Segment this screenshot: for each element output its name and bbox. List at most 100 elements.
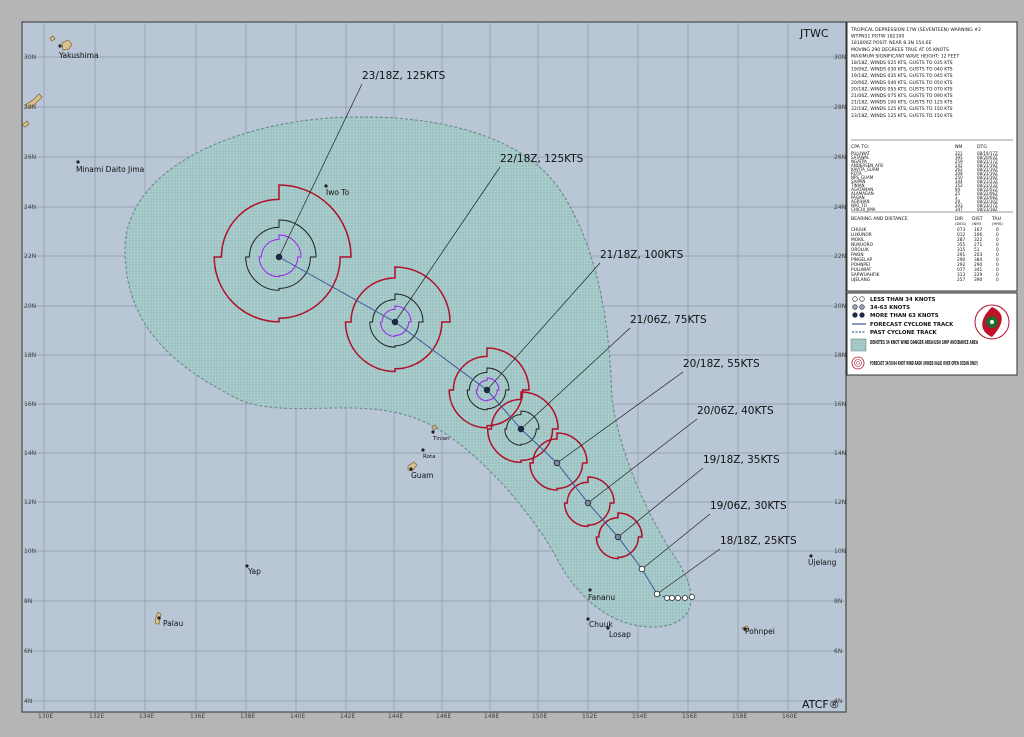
forecast-position: [275, 253, 283, 261]
warning-line: 181800Z POSIT: NEAR 8.3N 154.6E: [851, 40, 932, 46]
place-pohnpei: Pohnpei: [745, 627, 775, 636]
warning-line: 18/18Z, WINDS 025 KTS, GUSTS TO 035 KTS: [851, 60, 953, 66]
place-yakushima: Yakushima: [58, 51, 99, 60]
forecast-label: 19/18Z, 35KTS: [703, 454, 780, 466]
place-losap: Losap: [609, 630, 631, 639]
warning-line: 19/06Z, WINDS 030 KTS, GUSTS TO 040 KTS: [851, 67, 953, 73]
forecast-label: 22/18Z, 125KTS: [500, 153, 584, 165]
warning-line: WTPN31 PGTW 182100: [851, 34, 904, 40]
lon-label: 132E: [89, 713, 104, 720]
lon-label: 144E: [388, 713, 403, 720]
place-minami-daito: Minami Daito Jima: [76, 165, 144, 174]
lat-label-left: 28N: [24, 104, 36, 111]
forecast-position: [584, 499, 592, 507]
warning-line: MAXIMUM SIGNIFICANT WAVE HEIGHT: 12 FEET: [851, 53, 959, 59]
lon-label: 134E: [139, 713, 154, 720]
legend-label: 34-63 KNOTS: [870, 305, 910, 311]
lat-label-left: 22N: [24, 253, 36, 260]
forecast-position: [653, 590, 661, 598]
forecast-position: [614, 533, 622, 541]
place-chuuk: Chuuk: [589, 620, 613, 629]
bearing-subheader: (HRS): [992, 221, 1003, 226]
wind-radii-icon: [851, 356, 865, 370]
lat-label-left: 12N: [24, 499, 36, 506]
warning-line: MOVING 290 DEGREES TRUE AT 05 KNOTS: [851, 47, 949, 53]
lat-label-right: 24N: [834, 204, 846, 211]
lon-label: 138E: [240, 713, 255, 720]
jtwc-emblem: [974, 304, 1010, 340]
lon-label: 146E: [436, 713, 451, 720]
cpa-header: CPA TO:: [851, 144, 870, 150]
warning-line: 22/18Z, WINDS 125 KTS, GUSTS TO 150 KTS: [851, 106, 953, 112]
danger-area-icon: [850, 338, 867, 352]
cpa-station: CHICHI_JIMA: [851, 207, 876, 212]
warning-line: TROPICAL DEPRESSION 17W (SEVENTEEN) WARN…: [850, 27, 981, 33]
bearing-cell: 257: [957, 277, 965, 283]
lon-label: 130E: [38, 713, 53, 720]
warning-line: 19/18Z, WINDS 035 KTS, GUSTS TO 045 KTS: [851, 73, 953, 79]
warning-line: 21/06Z, WINDS 075 KTS, GUSTS TO 090 KTS: [851, 93, 953, 99]
lat-label-left: 6N: [24, 648, 32, 655]
lat-label-left: 10N: [24, 548, 36, 555]
cpa-nm: 347: [955, 207, 963, 212]
lat-label-right: 12N: [834, 499, 846, 506]
place-tinian: Tinian: [432, 436, 450, 442]
place-rota: Rota: [423, 454, 435, 460]
place-palau: Palau: [163, 619, 183, 628]
lat-label-left: 4N: [24, 698, 32, 705]
bearing-cell: 390: [974, 277, 982, 283]
forecast-position: [638, 565, 646, 573]
place-guam: Guam: [411, 471, 433, 480]
forecast-label: 20/18Z, 55KTS: [683, 358, 760, 370]
forecast-label: 19/06Z, 30KTS: [710, 500, 787, 512]
forecast-label: 21/06Z, 75KTS: [630, 314, 707, 326]
lat-label-right: 16N: [834, 401, 846, 408]
place-yap: Yap: [247, 567, 261, 576]
lat-label-right: 26N: [834, 154, 846, 161]
lon-label: 148E: [484, 713, 499, 720]
lat-label-right: 20N: [834, 303, 846, 310]
legend-label: FORECAST CYCLONE TRACK: [870, 322, 954, 328]
lat-label-right: 8N: [834, 598, 842, 605]
bearing-cell: 0: [996, 277, 999, 283]
legend-label: MORE THAN 63 KNOTS: [870, 313, 939, 319]
cpa-dtg: 08/23/18Z: [977, 207, 998, 212]
lat-label-left: 24N: [24, 204, 36, 211]
lat-label-left: 18N: [24, 352, 36, 359]
lon-label: 156E: [682, 713, 697, 720]
legend-label: FORECAST 34/50/64 KNOT WIND RADII (WINDS…: [870, 361, 978, 367]
lon-label: 158E: [732, 713, 747, 720]
cpa-header-nm: NM: [955, 144, 962, 150]
place-fananu: Fananu: [588, 593, 615, 602]
forecast-label: 21/18Z, 100KTS: [600, 249, 684, 261]
legend-label: PAST CYCLONE TRACK: [870, 330, 938, 336]
place-ujelang: Ujelang: [808, 558, 837, 567]
bearing-header: BEARING AND DISTANCE: [851, 216, 908, 222]
lon-label: 152E: [582, 713, 597, 720]
lat-label-right: 10N: [834, 548, 846, 555]
warning-line: 20/18Z, WINDS 055 KTS, GUSTS TO 070 KTS: [851, 86, 953, 92]
lat-label-right: 18N: [834, 352, 846, 359]
lat-label-left: 20N: [24, 303, 36, 310]
forecast-position: [391, 318, 399, 326]
lon-label: 150E: [532, 713, 547, 720]
lat-label-right: 30N: [834, 54, 846, 61]
warning-line: 21/18Z, WINDS 100 KTS, GUSTS TO 125 KTS: [851, 100, 953, 106]
legend-panel: LESS THAN 34 KNOTS 34-63 KNOTS MORE THAN 6…: [846, 292, 1018, 376]
legend-label: LESS THAN 34 KNOTS: [870, 297, 936, 303]
forecast-position: [483, 386, 491, 394]
lat-label-right: 6N: [834, 648, 842, 655]
legend-label: DENOTES 34 KNOT WIND DANGER AREA/USN SHI…: [870, 340, 978, 346]
lat-label-right: 22N: [834, 253, 846, 260]
lon-label: 154E: [632, 713, 647, 720]
agency-label: JTWC: [799, 27, 829, 40]
forecast-position: [517, 425, 525, 433]
forecast-position: [553, 459, 561, 467]
forecast-label: 18/18Z, 25KTS: [720, 535, 797, 547]
bearing-subheader: (DEG): [955, 221, 967, 226]
bearing-subheader: (NM): [972, 221, 982, 226]
lat-label-left: 30N: [24, 54, 36, 61]
bearing-cell: UJELANG: [851, 277, 870, 283]
lat-label-left: 16N: [24, 401, 36, 408]
forecast-label: 23/18Z, 125KTS: [362, 70, 446, 82]
